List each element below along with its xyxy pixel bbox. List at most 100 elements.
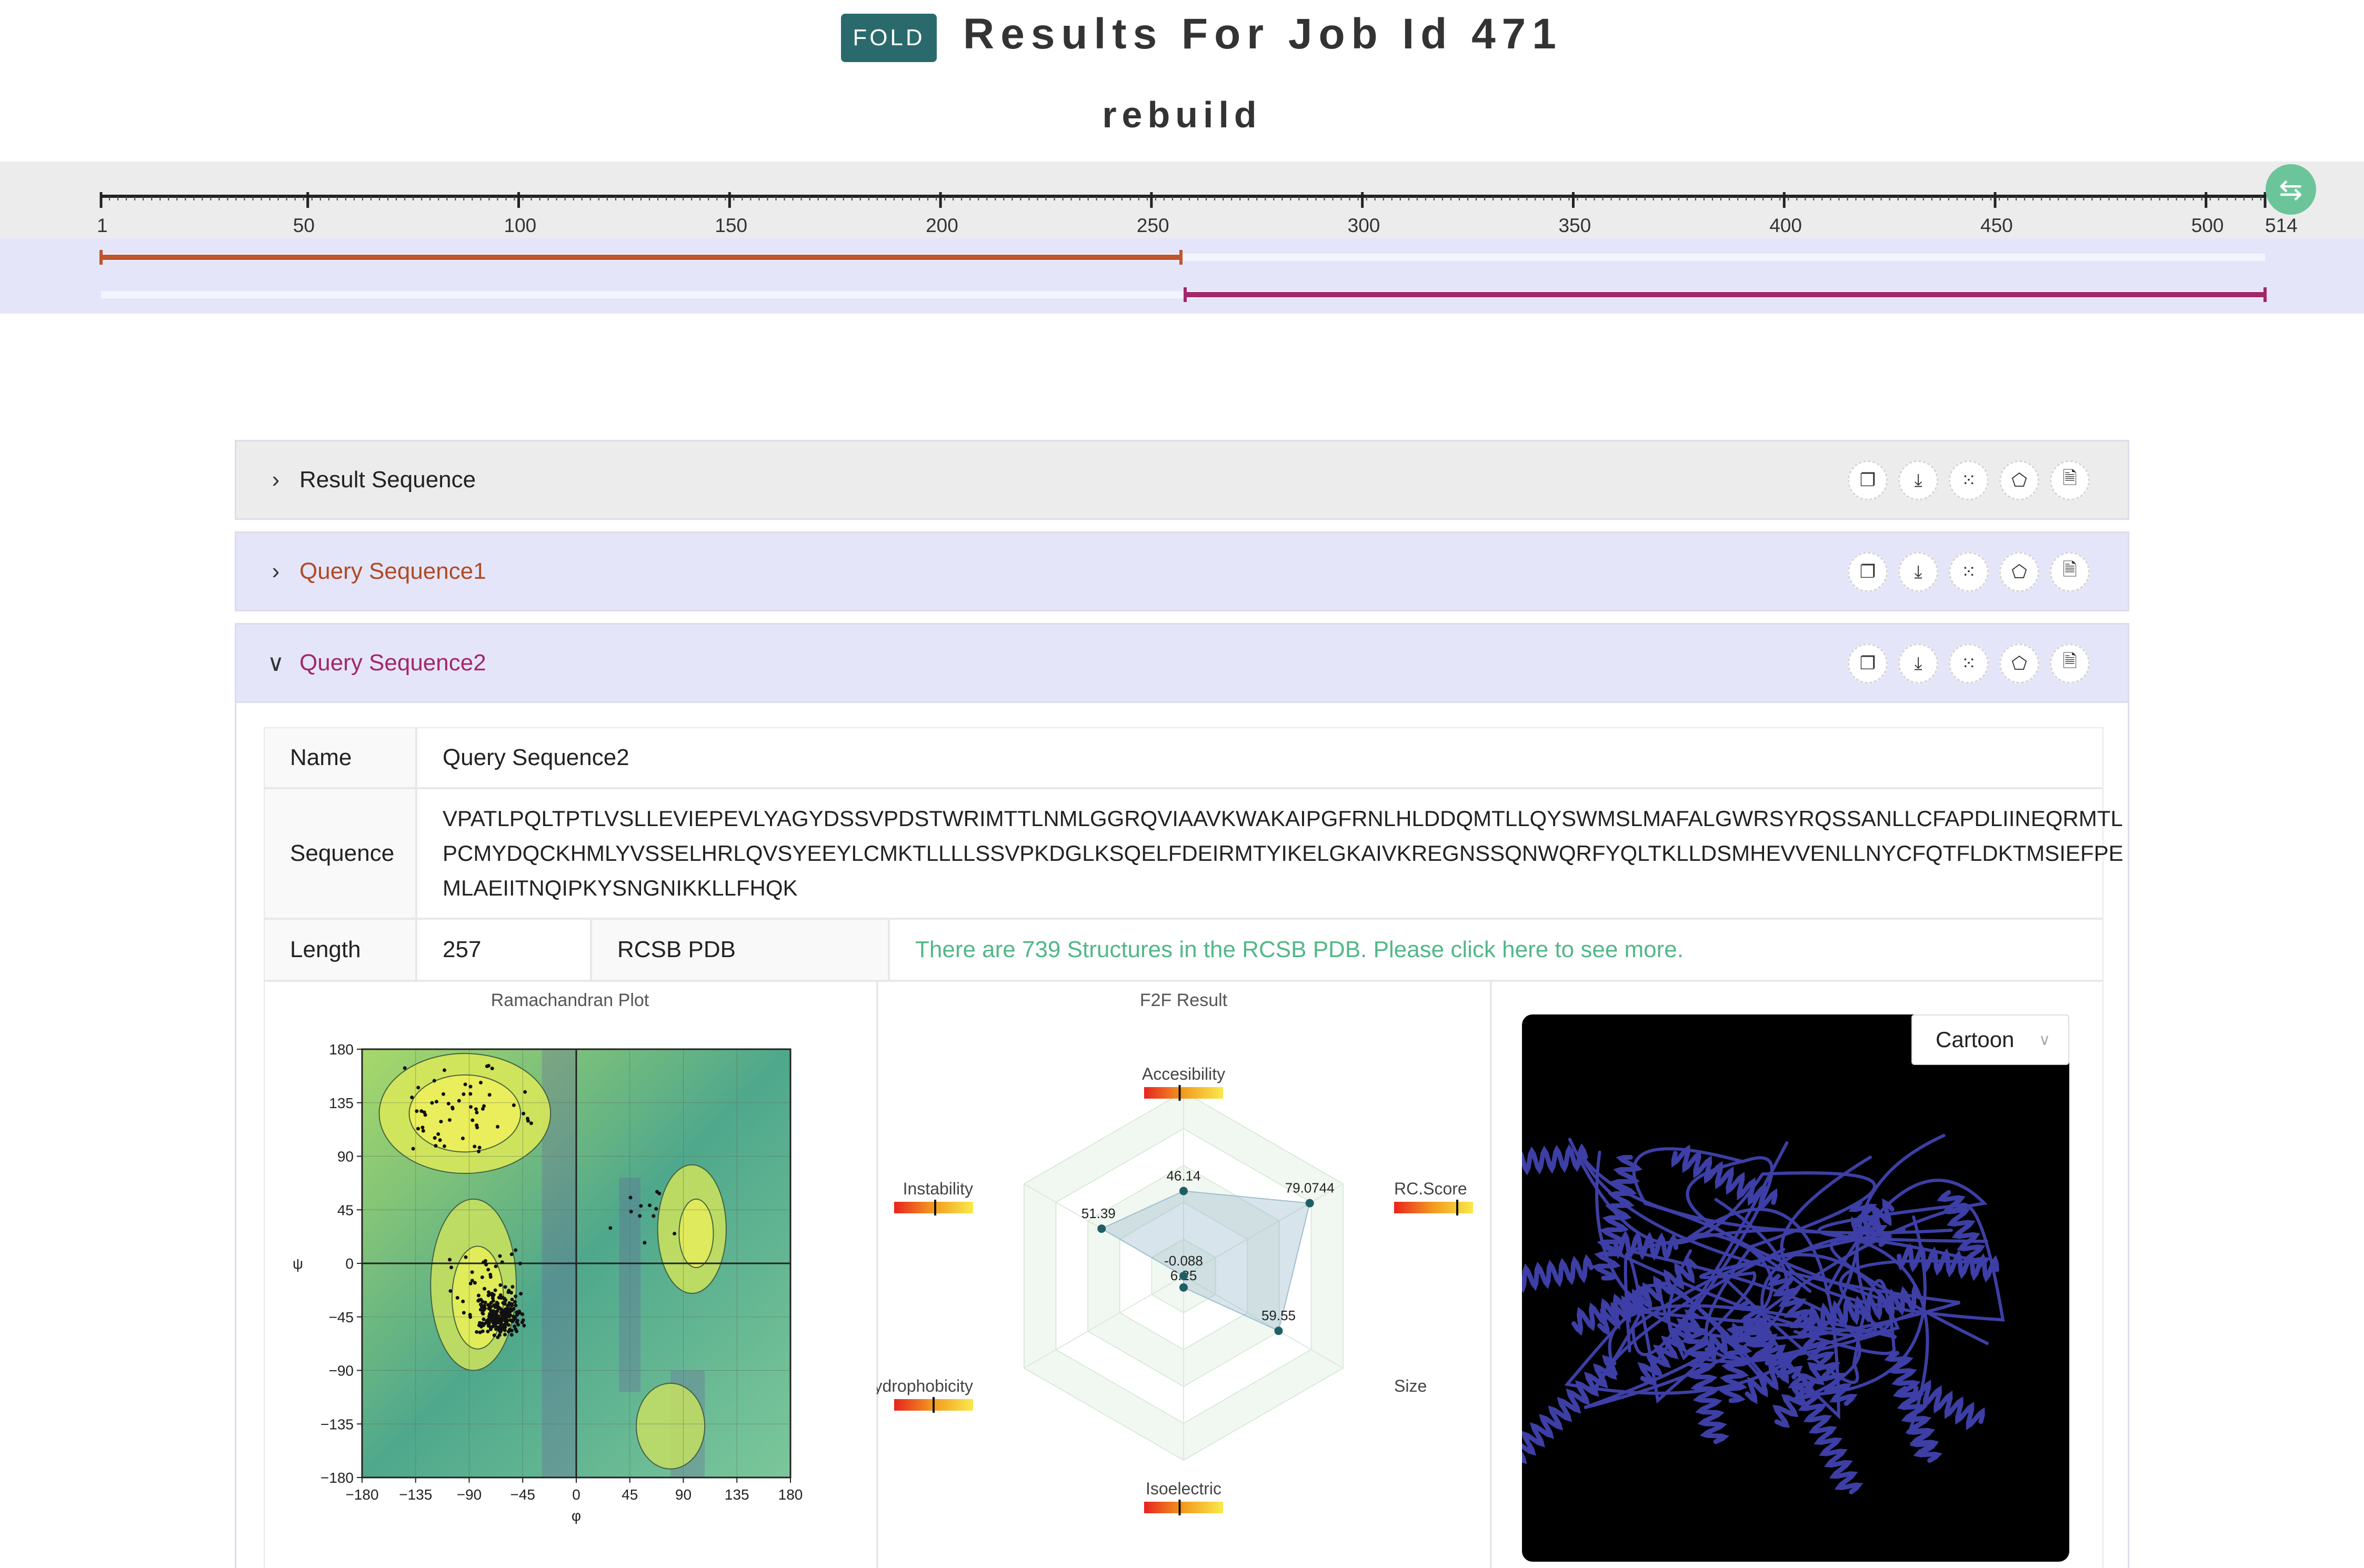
residue-point bbox=[470, 1270, 474, 1274]
radar-point[interactable] bbox=[1179, 1187, 1188, 1195]
residue-point bbox=[486, 1329, 490, 1333]
gauge-bar bbox=[1394, 1202, 1473, 1213]
download-icon[interactable]: ⤓ bbox=[1898, 552, 1938, 592]
residue-point bbox=[468, 1084, 473, 1089]
residue-point bbox=[487, 1093, 492, 1097]
pentagon-icon[interactable]: ⬠ bbox=[1999, 460, 2039, 500]
residue-point bbox=[506, 1330, 510, 1334]
residue-point bbox=[509, 1333, 514, 1337]
pdf-file-icon[interactable]: 🗎 bbox=[2050, 460, 2090, 500]
residue-point bbox=[490, 1296, 495, 1300]
residue-point bbox=[475, 1123, 479, 1127]
scatter-plot-icon[interactable]: ⁙ bbox=[1949, 644, 1989, 684]
protein-3d-viewer[interactable] bbox=[1522, 1014, 2069, 1562]
helix bbox=[1522, 1354, 1617, 1464]
residue-point bbox=[520, 1312, 525, 1316]
sequence-label: Sequence bbox=[264, 788, 416, 919]
f2f-radar-chart: 46.1479.074459.556.25-0.08851.39Accesibi… bbox=[877, 1064, 1473, 1515]
residue-point bbox=[434, 1144, 438, 1148]
radar-point[interactable] bbox=[1179, 1283, 1188, 1292]
x-tick-label: 135 bbox=[725, 1486, 749, 1503]
copy-icon[interactable]: ❐ bbox=[1848, 644, 1888, 684]
ruler-tick-label: 400 bbox=[1769, 215, 1802, 236]
radar-point[interactable] bbox=[1274, 1326, 1283, 1335]
pentagon-icon[interactable]: ⬠ bbox=[1999, 644, 2039, 684]
gauge-bar bbox=[894, 1202, 973, 1213]
residue-point bbox=[509, 1291, 513, 1295]
residue-point bbox=[494, 1264, 498, 1269]
y-tick-label: 135 bbox=[329, 1095, 354, 1111]
residue-point bbox=[482, 1260, 486, 1264]
residue-point bbox=[462, 1311, 466, 1315]
residue-point bbox=[508, 1310, 512, 1314]
pentagon-icon[interactable]: ⬠ bbox=[1999, 552, 2039, 592]
ruler-tick-label: 450 bbox=[1980, 215, 2013, 236]
residue-point bbox=[480, 1107, 485, 1111]
radar-axis-label: Size bbox=[1394, 1376, 1427, 1395]
residue-point bbox=[480, 1275, 484, 1279]
x-tick-label: 45 bbox=[622, 1486, 638, 1503]
residue-point bbox=[468, 1092, 473, 1096]
y-tick-label: −45 bbox=[329, 1309, 354, 1325]
render-style-value: Cartoon bbox=[1936, 1027, 2015, 1052]
residue-point bbox=[483, 1286, 487, 1291]
residue-point bbox=[513, 1300, 517, 1304]
residue-point bbox=[629, 1210, 633, 1214]
x-tick-label: 90 bbox=[675, 1486, 692, 1503]
residue-point bbox=[652, 1214, 656, 1218]
swap-button[interactable]: ⇆ bbox=[2266, 164, 2316, 215]
chevron-down-icon: ∨ bbox=[267, 650, 285, 676]
y-tick-label: −90 bbox=[329, 1363, 354, 1379]
fold-badge: FOLD bbox=[841, 14, 937, 62]
gauge-bar bbox=[1144, 1087, 1223, 1099]
residue-point bbox=[510, 1284, 515, 1289]
rcsb-link[interactable]: There are 739 Structures in the RCSB PDB… bbox=[889, 919, 2103, 981]
panel-actions: ❐ ⤓ ⁙ ⬠ 🗎 bbox=[1848, 644, 2090, 684]
radar-point[interactable] bbox=[1305, 1199, 1314, 1208]
residue-point bbox=[486, 1290, 490, 1294]
residue-point bbox=[482, 1317, 486, 1321]
residue-point bbox=[514, 1294, 518, 1299]
residue-point bbox=[423, 1113, 427, 1117]
pdf-file-icon[interactable]: 🗎 bbox=[2050, 644, 2090, 684]
length-label: Length bbox=[264, 919, 416, 981]
residue-point bbox=[488, 1325, 493, 1329]
radar-point[interactable] bbox=[1097, 1224, 1106, 1233]
residue-point bbox=[441, 1092, 445, 1096]
radar-value-label: 59.55 bbox=[1261, 1308, 1296, 1323]
radar-point[interactable] bbox=[1179, 1272, 1188, 1280]
residue-point bbox=[518, 1261, 523, 1265]
panel-header[interactable]: › Result Sequence ❐ ⤓ ⁙ ⬠ 🗎 bbox=[235, 440, 2129, 520]
copy-icon[interactable]: ❐ bbox=[1848, 460, 1888, 500]
copy-icon[interactable]: ❐ bbox=[1848, 552, 1888, 592]
residue-point bbox=[673, 1231, 677, 1235]
ramachandran-title: Ramachandran Plot bbox=[490, 990, 649, 1010]
scatter-plot-icon[interactable]: ⁙ bbox=[1949, 460, 1989, 500]
residue-point bbox=[510, 1319, 515, 1323]
residue-point bbox=[442, 1068, 446, 1072]
x-axis-label: φ bbox=[572, 1507, 581, 1524]
residue-point bbox=[477, 1149, 481, 1153]
panel-header[interactable]: ∨ Query Sequence2 ❐ ⤓ ⁙ ⬠ 🗎 bbox=[235, 623, 2129, 703]
page-title: Results For Job Id 471 bbox=[963, 10, 1562, 58]
residue-point bbox=[483, 1322, 487, 1326]
residue-point bbox=[504, 1318, 508, 1322]
residue-point bbox=[479, 1324, 483, 1329]
residue-point bbox=[522, 1323, 526, 1328]
radar-value-label: 79.0744 bbox=[1285, 1180, 1335, 1196]
residue-point bbox=[493, 1288, 497, 1292]
protein-structure bbox=[1522, 1134, 2005, 1494]
render-style-select[interactable]: Cartoon ∨ bbox=[1911, 1014, 2069, 1065]
residue-point bbox=[497, 1295, 501, 1300]
residue-point bbox=[496, 1301, 500, 1305]
panel-header[interactable]: › Query Sequence1 ❐ ⤓ ⁙ ⬠ 🗎 bbox=[235, 531, 2129, 611]
download-icon[interactable]: ⤓ bbox=[1898, 644, 1938, 684]
page-header: FOLD Results For Job Id 471 rebuild bbox=[0, 0, 2364, 160]
x-tick-label: −180 bbox=[345, 1486, 378, 1503]
download-icon[interactable]: ⤓ bbox=[1898, 460, 1938, 500]
ruler-tick-label: 50 bbox=[293, 215, 315, 236]
residue-point bbox=[480, 1311, 485, 1315]
scatter-plot-icon[interactable]: ⁙ bbox=[1949, 552, 1989, 592]
residue-point bbox=[647, 1203, 652, 1208]
pdf-file-icon[interactable]: 🗎 bbox=[2050, 552, 2090, 592]
